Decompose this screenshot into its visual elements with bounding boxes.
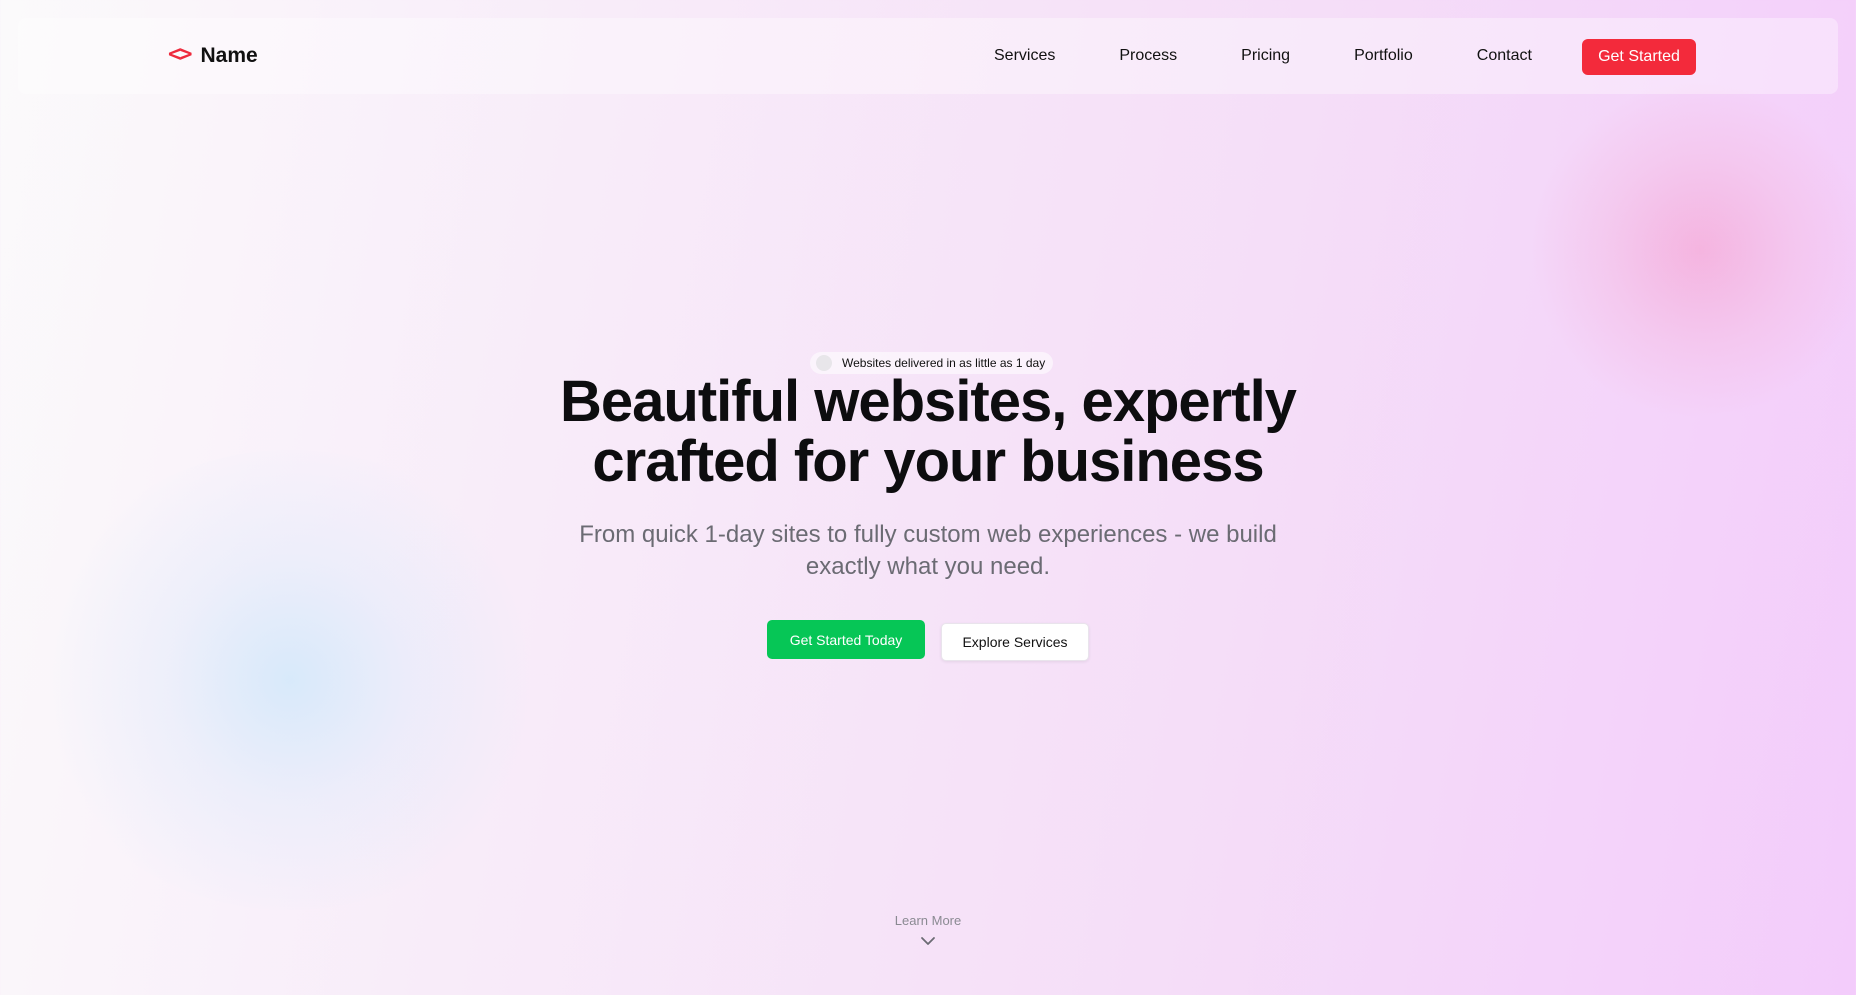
nav-link-portfolio[interactable]: Portfolio <box>1354 47 1413 65</box>
hero-subtitle-line-1: From quick 1-day sites to fully custom w… <box>579 521 1277 548</box>
hero-subtitle-line-2: exactly what you need. <box>805 553 1051 580</box>
code-brackets-icon: <> <box>168 41 192 67</box>
hero-title-line-2: crafted for your business <box>592 429 1264 494</box>
explore-services-button[interactable]: Explore Services <box>941 623 1089 661</box>
nav-link-process[interactable]: Process <box>1119 47 1177 65</box>
brand-logo[interactable]: <> Name <box>168 18 258 94</box>
badge-text: Websites delivered in as little as 1 day <box>842 356 1046 370</box>
get-started-button[interactable]: Get Started <box>1582 39 1696 75</box>
chevron-down-icon <box>921 937 935 945</box>
nav-link-pricing[interactable]: Pricing <box>1241 47 1290 65</box>
learn-more-label: Learn More <box>894 913 962 928</box>
hero-title: Beautiful websites, expertly crafted for… <box>428 372 1428 492</box>
get-started-today-button[interactable]: Get Started Today <box>767 620 925 659</box>
learn-more-link[interactable]: Learn More <box>878 913 978 946</box>
background-pink-glow <box>1530 80 1856 420</box>
nav-link-services[interactable]: Services <box>994 47 1055 65</box>
hero-title-line-1: Beautiful websites, expertly <box>560 369 1297 434</box>
background-blue-glow <box>30 450 550 910</box>
hero-subtitle: From quick 1-day sites to fully custom w… <box>528 519 1328 583</box>
brand-name: Name <box>200 44 258 67</box>
nav-menu: Services Process Pricing Portfolio Conta… <box>994 18 1532 94</box>
navbar: <> Name Services Process Pricing Portfol… <box>18 18 1838 94</box>
nav-link-contact[interactable]: Contact <box>1477 47 1532 65</box>
